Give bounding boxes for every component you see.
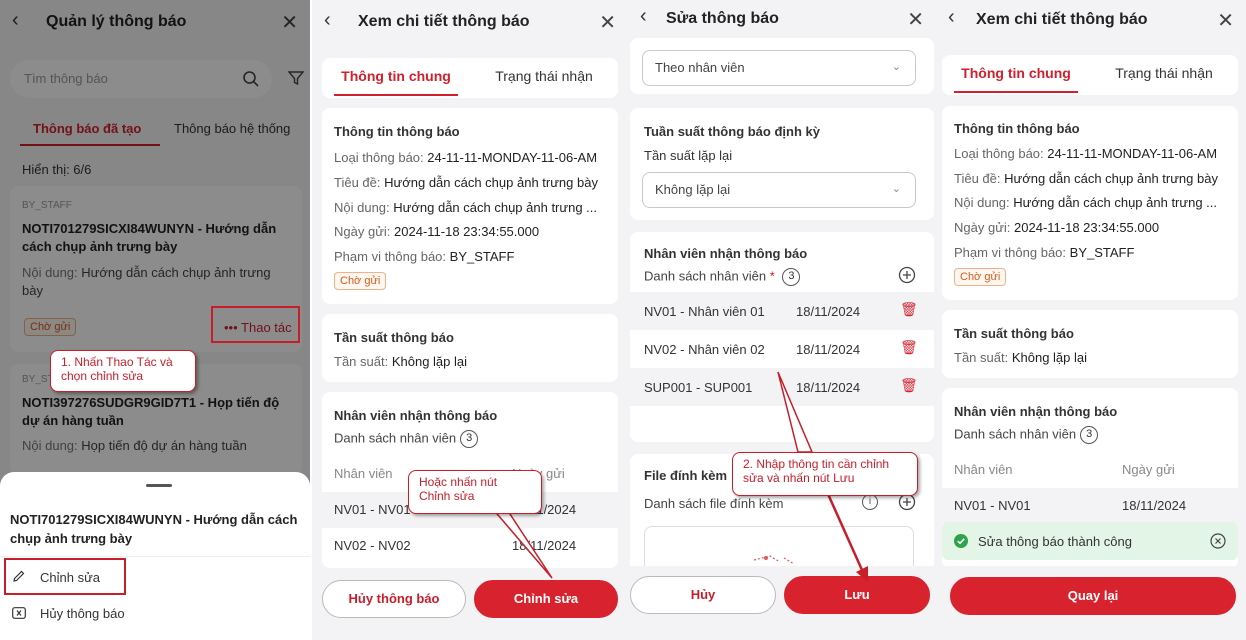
subject-line: Tiêu đề: Hướng dẫn cách chụp ảnh trưng b… bbox=[954, 171, 1218, 186]
subject-label: Tiêu đề: bbox=[954, 171, 1001, 186]
notification-management-screen: ‹ Quản lý thông báo ✕ Tìm thông báo Thôn… bbox=[0, 0, 310, 640]
scope-label: Phạm vi thông báo: bbox=[954, 245, 1067, 260]
staff-list-label: Danh sách nhân viên 3 bbox=[954, 426, 1099, 444]
row-name: NV01 - NV01 bbox=[954, 498, 1031, 513]
back-button[interactable]: Quay lại bbox=[950, 577, 1236, 615]
row-date: 18/11/2024 bbox=[1122, 498, 1187, 513]
type-value: 24-11-11-MONDAY-11-06-AM bbox=[1047, 146, 1218, 161]
date-value: 2024-11-18 23:34:55.000 bbox=[1014, 220, 1160, 235]
sheet-title: NOTI701279SICXI84WUNYN - Hướng dẫn cách … bbox=[10, 512, 298, 546]
content-label: Nội dung: bbox=[954, 195, 1010, 210]
info-heading: Thông tin thông báo bbox=[954, 121, 1080, 136]
callout-or-edit: Hoặc nhấn nút Chỉnh sửa bbox=[408, 470, 542, 514]
table-row: NV01 - NV01 18/11/2024 bbox=[942, 488, 1238, 524]
col-date: Ngày gửi bbox=[1122, 462, 1175, 477]
content-value: Hướng dẫn cách chụp ảnh trưng ... bbox=[1013, 195, 1217, 210]
frequency-heading: Tần suất thông báo bbox=[954, 326, 1074, 341]
cancel-menu-item[interactable]: Hủy thông báo bbox=[10, 600, 300, 626]
type-label: Loại thông báo: bbox=[954, 146, 1044, 161]
type-line: Loại thông báo: 24-11-11-MONDAY-11-06-AM bbox=[954, 146, 1217, 161]
edit-notification-screen: ‹ Sửa thông báo ✕ Theo nhân viên ⌄ Tuần … bbox=[628, 0, 936, 640]
success-toast: Sửa thông báo thành công bbox=[942, 522, 1238, 560]
frequency-card: Tần suất thông báo Tần suất: Không lặp l… bbox=[942, 310, 1238, 378]
callout-pointer bbox=[490, 507, 553, 579]
info-card: Thông tin thông báo Loại thông báo: 24-1… bbox=[942, 106, 1238, 300]
date-label: Ngày gửi: bbox=[954, 220, 1011, 235]
toast-message: Sửa thông báo thành công bbox=[978, 534, 1132, 549]
frequency-label: Tần suất: bbox=[954, 350, 1009, 365]
status-badge: Chờ gửi bbox=[954, 268, 1007, 286]
tab-general[interactable]: Thông tin chung bbox=[942, 55, 1090, 95]
callout-step-2: 2. Nhập thông tin cần chỉnh sửa và nhấn … bbox=[732, 452, 918, 496]
back-icon[interactable]: ‹ bbox=[948, 6, 955, 29]
subject-value: Hướng dẫn cách chụp ảnh trưng bày bbox=[1004, 171, 1218, 186]
cancel-label: Hủy thông báo bbox=[40, 606, 125, 621]
header: ‹ Xem chi tiết thông báo ✕ bbox=[936, 0, 1246, 40]
notification-detail-screen: ‹ Xem chi tiết thông báo ✕ Thông tin chu… bbox=[312, 0, 628, 640]
close-toast-icon[interactable] bbox=[1210, 533, 1226, 549]
date-line: Ngày gửi: 2024-11-18 23:34:55.000 bbox=[954, 220, 1159, 235]
scope-value: BY_STAFF bbox=[1069, 245, 1135, 260]
staff-count: 3 bbox=[1080, 426, 1099, 444]
highlight-edit bbox=[4, 558, 126, 595]
frequency-value: Không lặp lại bbox=[1011, 350, 1087, 365]
col-staff: Nhân viên bbox=[954, 462, 1013, 477]
staff-heading: Nhân viên nhận thông báo bbox=[954, 404, 1118, 419]
content-line: Nội dung: Hướng dẫn cách chụp ảnh trưng … bbox=[954, 195, 1217, 210]
highlight-action bbox=[211, 306, 300, 343]
notification-detail-after-edit: ‹ Xem chi tiết thông báo ✕ Thông tin chu… bbox=[936, 0, 1246, 640]
tab-bar: Thông tin chung Trạng thái nhận bbox=[942, 55, 1238, 95]
action-sheet: NOTI701279SICXI84WUNYN - Hướng dẫn cách … bbox=[0, 472, 310, 640]
callout-step-1: 1. Nhấn Thao Tác và chọn chỉnh sửa bbox=[50, 350, 196, 392]
check-circle-icon bbox=[954, 534, 968, 548]
staff-list-text: Danh sách nhân viên bbox=[954, 426, 1077, 442]
cancel-icon bbox=[12, 607, 26, 619]
scope-line: Phạm vi thông báo: BY_STAFF bbox=[954, 245, 1134, 260]
callout-arrows bbox=[777, 371, 868, 582]
tab-status[interactable]: Trạng thái nhận bbox=[1090, 55, 1238, 95]
frequency-line: Tần suất: Không lặp lại bbox=[954, 350, 1087, 365]
tutorial-stage: ‹ Quản lý thông báo ✕ Tìm thông báo Thôn… bbox=[0, 0, 1246, 640]
close-icon[interactable]: ✕ bbox=[1217, 8, 1234, 33]
page-title: Xem chi tiết thông báo bbox=[976, 11, 1148, 28]
sheet-handle bbox=[146, 484, 172, 487]
sheet-divider bbox=[0, 556, 310, 557]
